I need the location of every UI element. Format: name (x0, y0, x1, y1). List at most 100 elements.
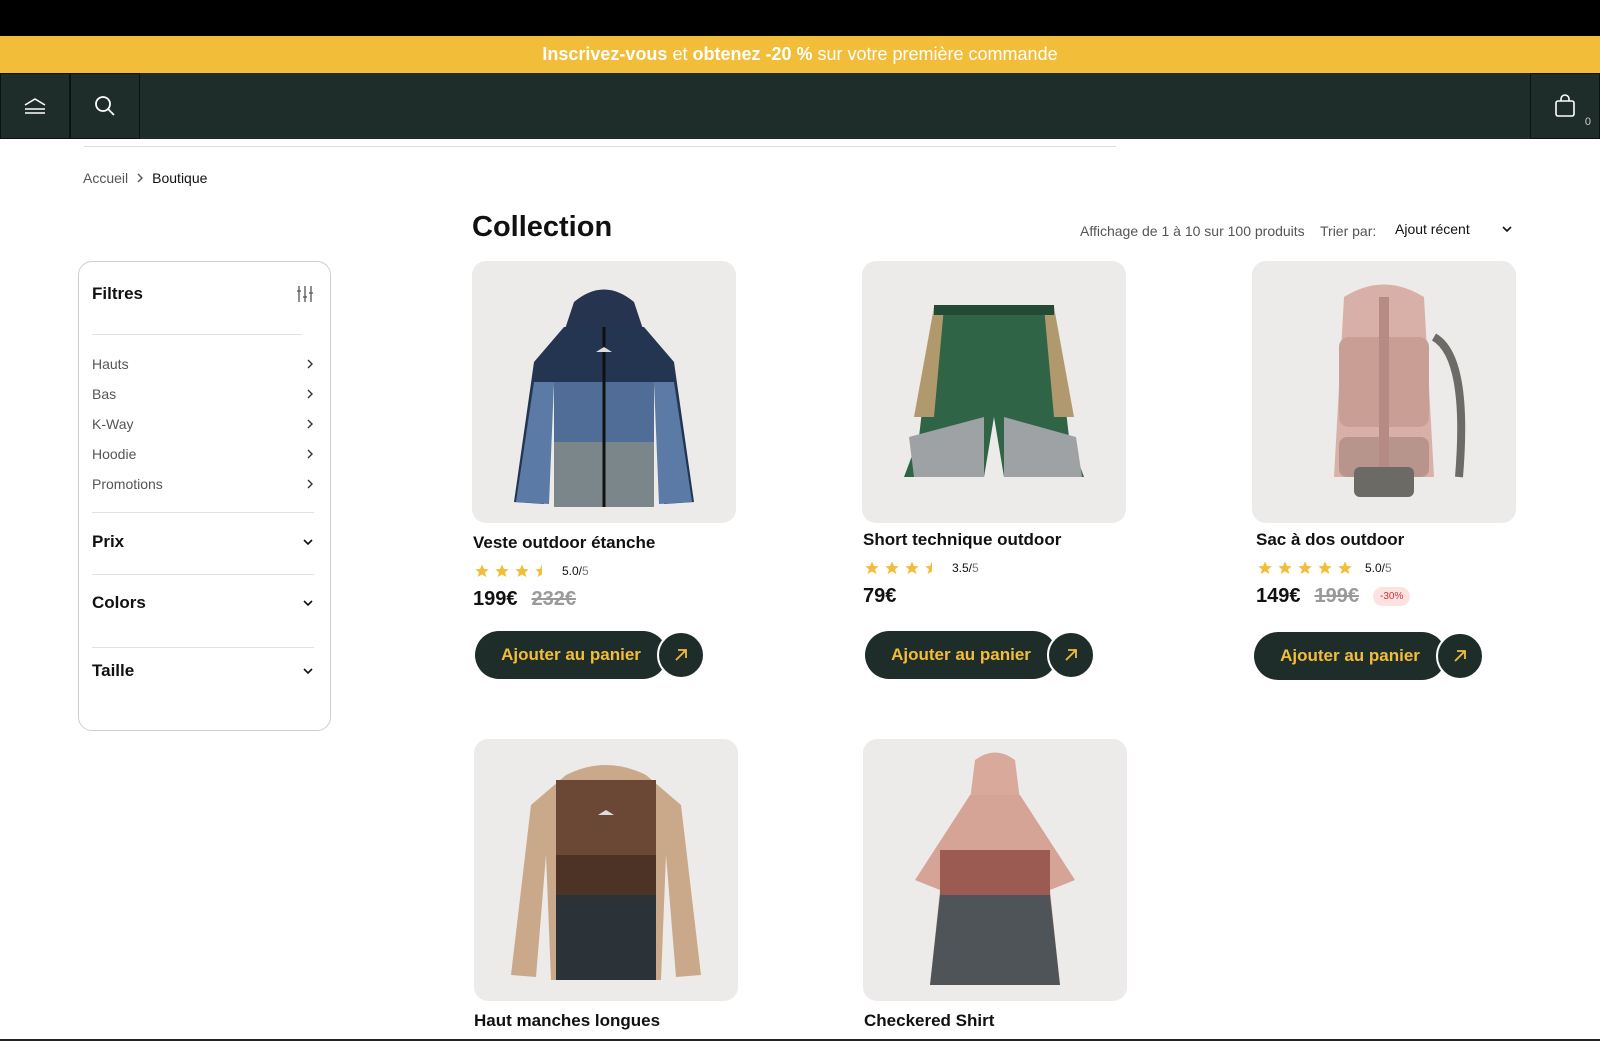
filter-colors-label: Colors (92, 593, 146, 612)
product-image-jacket[interactable] (472, 261, 736, 523)
product-old-price: 232€ (531, 588, 577, 610)
product-rating: 5.0/5 (1257, 560, 1392, 576)
filter-size-toggle[interactable]: Taille (92, 661, 314, 681)
shorts-illustration (904, 305, 1084, 477)
filter-price-toggle[interactable]: Prix (92, 532, 314, 552)
sort-label: Trier par: (1320, 223, 1377, 239)
filter-colors-toggle[interactable]: Colors (92, 593, 314, 613)
filters-title: Filtres (92, 284, 144, 303)
category-item-hoodie[interactable]: Hoodie (92, 439, 314, 469)
category-label: Hoodie (92, 446, 137, 462)
category-item-kway[interactable]: K-Way (92, 409, 314, 439)
poncho-illustration (915, 752, 1075, 985)
breadcrumb-home[interactable]: Accueil (83, 170, 128, 186)
star-icon (905, 561, 919, 574)
backpack-illustration (1334, 284, 1466, 497)
rating-score: 5.0/5 (562, 564, 589, 578)
longsleeve-illustration (511, 765, 701, 980)
product-name[interactable]: Haut manches longues (474, 1011, 660, 1031)
price-row: 199€ 232€ (473, 588, 576, 611)
main-navbar: 0 (0, 73, 1600, 139)
rating-score: 5.0/5 (1365, 561, 1392, 575)
chevron-down-icon (303, 600, 313, 607)
star-half-icon (925, 561, 932, 574)
filter-price-label: Prix (92, 532, 125, 551)
star-icon (865, 561, 879, 574)
add-to-cart-button[interactable]: Ajouter au panier (475, 631, 667, 679)
page-title: Collection (472, 211, 613, 243)
product-name[interactable]: Sac à dos outdoor (1256, 530, 1404, 550)
discount-badge: -30% (1373, 587, 1411, 606)
product-rating: 5.0/5 (474, 563, 589, 579)
chevron-right-icon (307, 449, 313, 459)
category-list: Hauts Bas K-Way Hoodie Promotions (92, 349, 314, 499)
breadcrumb-current: Boutique (152, 170, 208, 186)
product-image-shorts[interactable] (862, 261, 1126, 523)
filters-panel: Filtres Hauts Bas K-Way Hoodie Promotion… (78, 261, 331, 731)
arrow-up-right-icon (1065, 649, 1077, 661)
cart-button[interactable]: 0 (1530, 73, 1600, 139)
star-icon (495, 564, 509, 577)
top-black-bar (0, 0, 1600, 36)
divider (84, 146, 1116, 147)
product-name[interactable]: Checkered Shirt (864, 1011, 994, 1031)
chevron-right-icon (307, 479, 313, 489)
star-icon (1298, 561, 1312, 574)
price-row: 149€ 199€ -30% (1256, 585, 1411, 608)
star-icon (1318, 561, 1332, 574)
add-to-cart-button[interactable]: Ajouter au panier (1254, 632, 1446, 680)
star-icon (885, 561, 899, 574)
category-label: K-Way (92, 416, 134, 432)
sliders-icon[interactable] (296, 285, 314, 303)
arrow-up-right-icon (1454, 650, 1466, 662)
promo-part2: et (672, 44, 688, 64)
product-link-button[interactable] (1436, 632, 1484, 680)
menu-button[interactable] (0, 73, 70, 139)
filters-divider (92, 647, 314, 648)
product-name[interactable]: Veste outdoor étanche (473, 533, 655, 553)
search-icon (95, 96, 115, 116)
rating-score: 3.5/5 (952, 561, 979, 575)
star-icon (515, 564, 529, 577)
chevron-down-icon (1502, 226, 1512, 233)
sort-dropdown[interactable]: Ajout récent (1395, 221, 1513, 237)
promo-part1: Inscrivez-vous (542, 44, 668, 64)
star-half-icon (535, 564, 542, 577)
category-label: Bas (92, 386, 117, 402)
star-icon (1338, 561, 1352, 574)
menu-icon (24, 98, 46, 114)
filter-size-label: Taille (92, 661, 135, 680)
arrow-up-right-icon (675, 649, 687, 661)
product-name[interactable]: Short technique outdoor (863, 530, 1061, 550)
category-item-bas[interactable]: Bas (92, 379, 314, 409)
promo-banner[interactable]: Inscrivez-vous et obtenez -20 % sur votr… (0, 36, 1600, 73)
filters-header: Filtres (92, 284, 314, 304)
category-label: Promotions (92, 476, 163, 492)
filters-divider (92, 334, 302, 335)
chevron-right-icon (307, 419, 313, 429)
add-to-cart-group: Ajouter au panier (475, 631, 705, 679)
chevron-right-icon (307, 389, 313, 399)
add-to-cart-button[interactable]: Ajouter au panier (865, 631, 1057, 679)
product-image-longsleeve[interactable] (474, 739, 738, 1001)
shopping-bag-icon (1555, 94, 1575, 117)
chevron-down-icon (303, 668, 313, 675)
search-button[interactable] (70, 73, 140, 139)
product-image-poncho[interactable] (863, 739, 1127, 1001)
jacket-illustration (514, 289, 694, 507)
chevron-right-icon (307, 359, 313, 369)
breadcrumb: Accueil Boutique (83, 170, 207, 186)
star-icon (1258, 561, 1272, 574)
product-rating: 3.5/5 (864, 560, 979, 576)
filters-divider (92, 574, 314, 575)
product-image-backpack[interactable] (1252, 261, 1516, 523)
product-old-price: 199€ (1314, 585, 1360, 607)
product-link-button[interactable] (1047, 631, 1095, 679)
promo-part3: obtenez -20 % (692, 44, 813, 64)
add-to-cart-group: Ajouter au panier (865, 631, 1095, 679)
results-count: Affichage de 1 à 10 sur 100 produits (1080, 223, 1305, 239)
product-link-button[interactable] (657, 631, 705, 679)
category-item-promotions[interactable]: Promotions (92, 469, 314, 499)
promo-part4: sur votre première commande (817, 44, 1058, 64)
category-item-hauts[interactable]: Hauts (92, 349, 314, 379)
